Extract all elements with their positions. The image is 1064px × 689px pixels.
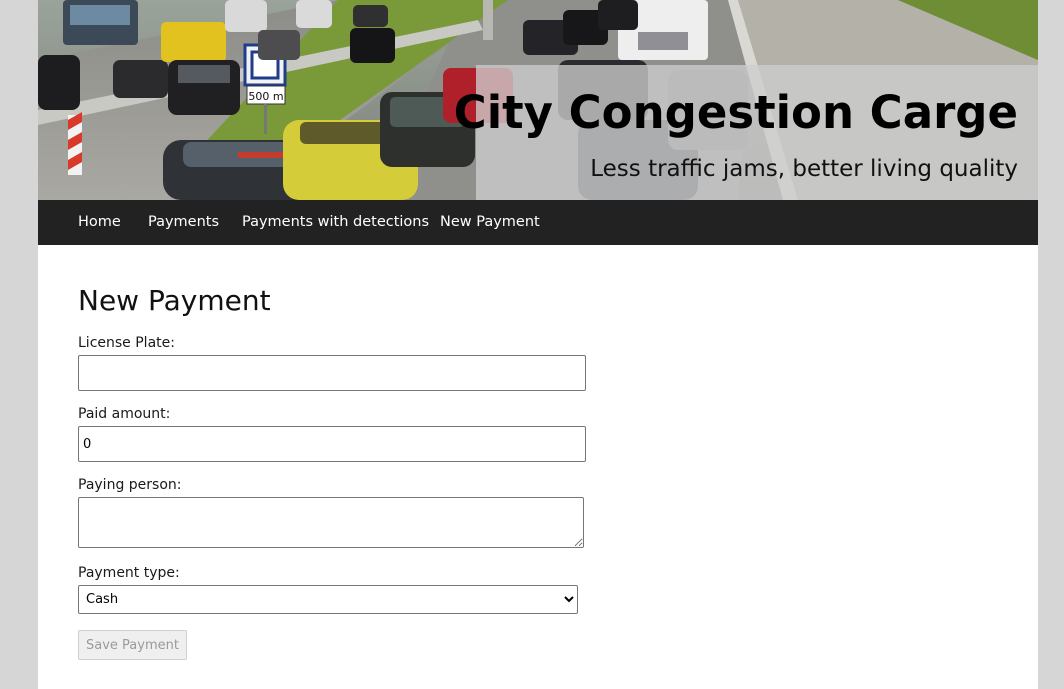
header-overlay: City Congestion Carge Less traffic jams,… xyxy=(454,65,1038,200)
payment-type-select[interactable]: Cash xyxy=(78,585,578,614)
road-sign-text: 500 m xyxy=(248,90,283,103)
header-banner: 500 m City Congestion Carge Less traffic… xyxy=(38,0,1038,200)
nav-link-new-payment[interactable]: New Payment xyxy=(440,200,540,245)
site-title: City Congestion Carge xyxy=(453,86,1018,139)
main-nav: Home Payments Payments with detections N… xyxy=(38,200,1038,245)
nav-link-payments[interactable]: Payments xyxy=(148,200,219,245)
license-plate-label: License Plate: xyxy=(78,335,175,351)
page-title: New Payment xyxy=(78,284,271,317)
site-tagline: Less traffic jams, better living quality xyxy=(590,156,1018,182)
nav-link-home[interactable]: Home xyxy=(78,200,121,245)
paying-person-label: Paying person: xyxy=(78,477,182,493)
paid-amount-label: Paid amount: xyxy=(78,406,171,422)
nav-link-payments-with-detections[interactable]: Payments with detections xyxy=(242,200,429,245)
paying-person-textarea[interactable] xyxy=(78,497,584,548)
license-plate-input[interactable] xyxy=(78,355,586,391)
page-container: 500 m City Congestion Carge Less traffic… xyxy=(38,0,1038,689)
payment-type-label: Payment type: xyxy=(78,565,180,581)
paid-amount-input[interactable] xyxy=(78,426,586,462)
save-payment-button[interactable]: Save Payment xyxy=(78,630,187,660)
